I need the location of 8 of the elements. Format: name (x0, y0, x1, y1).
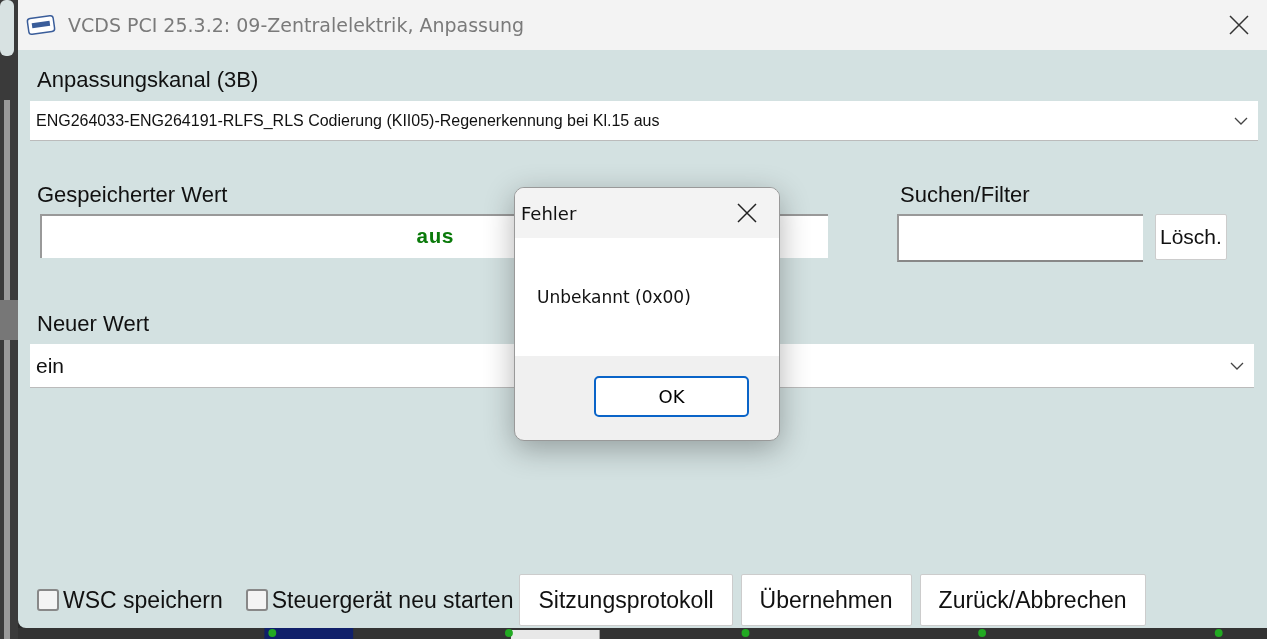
field-label: Gespeicherter Wert (37, 181, 228, 209)
checkbox-label: Steuergerät neu starten (271, 586, 514, 614)
checkbox-label: WSC speichern (63, 586, 223, 614)
window-title: VCDS PCI 25.3.2: 09-Zentralelektrik, Anpassung (68, 14, 525, 36)
dialog-message: Unbekannt (0x00) (537, 287, 691, 307)
field-label: Anpassungskanal (3B) (37, 66, 259, 94)
field-label: Suchen/Filter (900, 181, 1030, 209)
field-label: Neuer Wert (37, 310, 150, 338)
